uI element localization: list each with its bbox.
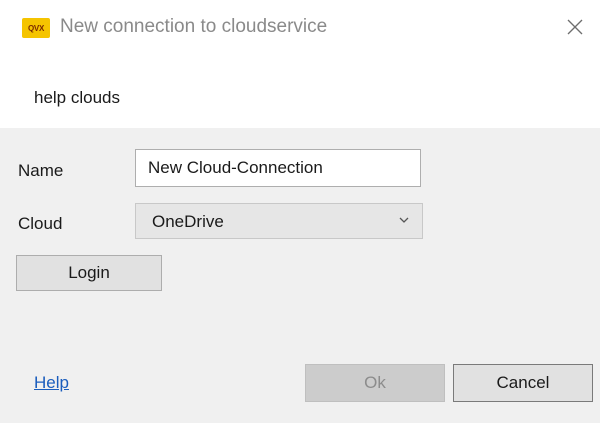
app-logo-text: QVX bbox=[28, 23, 44, 33]
window-title: New connection to cloudservice bbox=[60, 16, 328, 37]
cloud-select[interactable]: OneDrive bbox=[135, 203, 423, 239]
chevron-down-icon bbox=[399, 217, 409, 223]
name-label: Name bbox=[18, 161, 64, 180]
name-field[interactable] bbox=[135, 149, 421, 187]
cancel-button[interactable]: Cancel bbox=[453, 364, 593, 402]
close-icon bbox=[567, 19, 583, 35]
help-link[interactable]: Help bbox=[34, 373, 69, 393]
dialog-window: QVX New connection to cloudservice help … bbox=[0, 0, 600, 423]
header-text: help clouds bbox=[34, 88, 121, 107]
form-panel: Name Cloud OneDrive Login Help Ok Cancel bbox=[0, 128, 600, 423]
ok-button[interactable]: Ok bbox=[305, 364, 445, 402]
title-bar: QVX New connection to cloudservice bbox=[0, 0, 600, 60]
cloud-label: Cloud bbox=[18, 214, 63, 233]
header-area: help clouds bbox=[0, 60, 600, 128]
app-logo-icon: QVX bbox=[22, 18, 50, 38]
close-button[interactable] bbox=[560, 12, 590, 42]
login-button[interactable]: Login bbox=[16, 255, 162, 291]
cloud-select-value: OneDrive bbox=[152, 212, 224, 231]
